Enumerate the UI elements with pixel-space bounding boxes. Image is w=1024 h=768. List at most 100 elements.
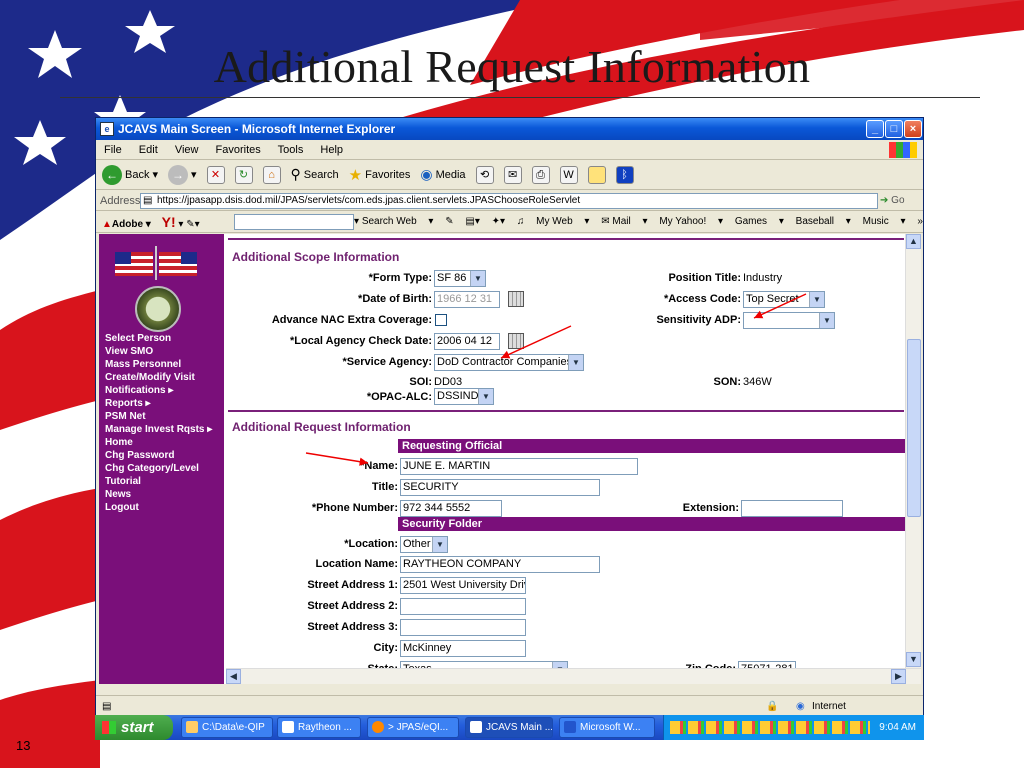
menu-bar: File Edit View Favorites Tools Help bbox=[96, 140, 923, 160]
yahoo-games[interactable]: Games ▾ bbox=[735, 216, 784, 227]
menu-edit[interactable]: Edit bbox=[139, 144, 158, 156]
edit-icon[interactable]: W bbox=[559, 165, 578, 184]
menu-help[interactable]: Help bbox=[320, 144, 343, 156]
close-button[interactable]: × bbox=[904, 120, 922, 138]
vertical-scrollbar[interactable]: ▲ ▼ bbox=[905, 234, 921, 668]
stop-icon[interactable]: ✕ bbox=[206, 165, 225, 184]
nav-notifications[interactable]: Notifications ▸ bbox=[105, 384, 212, 397]
windows-flag-icon bbox=[102, 721, 116, 734]
nav-mass-personnel[interactable]: Mass Personnel bbox=[105, 358, 212, 371]
search-web-button[interactable]: ▾ Search Web ▾ bbox=[354, 216, 433, 227]
menu-tools[interactable]: Tools bbox=[278, 144, 304, 156]
favorites-button[interactable]: ★ Favorites bbox=[349, 166, 411, 184]
scroll-left-icon[interactable]: ◀ bbox=[226, 669, 241, 684]
title-underline bbox=[60, 97, 980, 98]
standard-toolbar: ← Back ▾ → ▾ ✕ ↻ ⌂ ⚲ Search ★ Favorites ◉ Medi… bbox=[96, 160, 923, 190]
music-icon[interactable]: ♫ bbox=[517, 216, 525, 227]
scroll-right-icon[interactable]: ▶ bbox=[891, 669, 906, 684]
taskbar: start C:\Data\e-QIP Raytheon ... > JPAS/… bbox=[95, 715, 924, 740]
yahoo-my-yahoo[interactable]: My Yahoo! ▾ bbox=[659, 216, 723, 227]
print-icon[interactable]: ⎙ bbox=[531, 165, 550, 184]
nav-select-person[interactable]: Select Person bbox=[105, 332, 212, 345]
task-folder[interactable]: C:\Data\e-QIP bbox=[181, 717, 273, 738]
folder-icon bbox=[186, 721, 198, 733]
page-menu-icon[interactable]: ▤▾ bbox=[465, 216, 479, 227]
page-icon: ▤ bbox=[143, 195, 153, 206]
yahoo-logo-icon[interactable]: Y! bbox=[162, 214, 176, 230]
window-title: JCAVS Main Screen - Microsoft Internet E… bbox=[118, 122, 396, 136]
bluetooth-icon[interactable]: ᛒ bbox=[615, 165, 634, 184]
flags-logo-icon bbox=[115, 246, 197, 280]
adobe-button[interactable]: ▲Adobe ▾ bbox=[102, 219, 151, 230]
task-jcavs-main[interactable]: JCAVS Main ... bbox=[465, 717, 553, 738]
ie-icon: e bbox=[100, 122, 114, 136]
refresh-icon[interactable]: ↻ bbox=[234, 165, 253, 184]
address-label: Address bbox=[100, 195, 141, 207]
history-icon[interactable]: ⟲ bbox=[475, 165, 494, 184]
search-button[interactable]: ⚲ Search bbox=[291, 166, 339, 183]
menu-file[interactable]: File bbox=[104, 144, 122, 156]
nav-tutorial[interactable]: Tutorial bbox=[105, 475, 212, 488]
yahoo-links: ▾ Search Web ▾ ✎ ▤▾ ✦▾ ♫ My Web ▾ ✉ Mail… bbox=[354, 211, 923, 233]
ie-icon bbox=[470, 721, 482, 733]
address-bar: Address ▤ https://jpasapp.dsis.dod.mil/J… bbox=[96, 191, 923, 211]
nav-reports[interactable]: Reports ▸ bbox=[105, 397, 212, 410]
dod-seal-icon bbox=[135, 286, 181, 332]
more-chevron-icon[interactable]: » bbox=[917, 216, 923, 227]
scroll-down-icon[interactable]: ▼ bbox=[906, 652, 921, 667]
task-jpas-eqip[interactable]: > JPAS/eQI... bbox=[367, 717, 459, 738]
page-content: Select Person View SMO Mass Personnel Cr… bbox=[99, 234, 921, 684]
system-tray: 9:04 AM bbox=[663, 715, 924, 740]
nav-menu: Select Person View SMO Mass Personnel Cr… bbox=[105, 332, 212, 514]
address-input[interactable]: ▤ https://jpasapp.dsis.dod.mil/JPAS/serv… bbox=[140, 193, 878, 209]
yahoo-baseball[interactable]: Baseball ▾ bbox=[796, 216, 851, 227]
window-titlebar[interactable]: e JCAVS Main Screen - Microsoft Internet… bbox=[96, 118, 923, 140]
nav-logout[interactable]: Logout bbox=[105, 501, 212, 514]
forward-arrow-icon: → bbox=[168, 164, 188, 185]
home-icon[interactable]: ⌂ bbox=[262, 165, 281, 184]
slide-title: Additional Request Information bbox=[213, 41, 811, 92]
minimize-button[interactable]: _ bbox=[866, 120, 884, 138]
media-button[interactable]: ◉ Media bbox=[420, 166, 465, 183]
go-arrow-icon: ➔ bbox=[880, 195, 889, 206]
nav-psm-net[interactable]: PSM Net bbox=[105, 410, 212, 423]
scroll-up-icon[interactable]: ▲ bbox=[906, 234, 921, 249]
nav-home[interactable]: Home bbox=[105, 436, 212, 449]
task-raytheon[interactable]: Raytheon ... bbox=[277, 717, 361, 738]
window-icon bbox=[282, 721, 294, 733]
nav-news[interactable]: News bbox=[105, 488, 212, 501]
horizontal-scrollbar[interactable]: ◀ ▶ bbox=[226, 668, 921, 684]
maximize-button[interactable]: □ bbox=[885, 120, 903, 138]
nav-create-modify-visit[interactable]: Create/Modify Visit bbox=[105, 371, 212, 384]
go-button[interactable]: ➔ Go bbox=[880, 193, 920, 209]
back-arrow-icon: ← bbox=[102, 164, 122, 185]
star-icon: ★ bbox=[348, 166, 363, 184]
yahoo-search-input[interactable] bbox=[234, 214, 354, 230]
yahoo-music[interactable]: Music ▾ bbox=[863, 216, 906, 227]
bookmark-icon[interactable]: ✦▾ bbox=[492, 216, 505, 227]
clock: 9:04 AM bbox=[879, 722, 916, 733]
scroll-thumb[interactable] bbox=[907, 339, 921, 517]
yahoo-my-web[interactable]: My Web ▾ bbox=[536, 216, 589, 227]
menu-favorites[interactable]: Favorites bbox=[216, 144, 261, 156]
nav-chg-category-level[interactable]: Chg Category/Level bbox=[105, 462, 212, 475]
jpas-side-nav: Select Person View SMO Mass Personnel Cr… bbox=[99, 234, 224, 684]
slide-number: 13 bbox=[16, 738, 31, 753]
tray-icons[interactable] bbox=[670, 721, 870, 734]
adobe-icon: ▲ bbox=[102, 219, 112, 230]
nav-chg-password[interactable]: Chg Password bbox=[105, 449, 212, 462]
mail-icon[interactable]: ✉ bbox=[503, 165, 522, 184]
messenger-icon[interactable] bbox=[587, 165, 606, 184]
task-microsoft-word[interactable]: Microsoft W... bbox=[559, 717, 655, 738]
menu-view[interactable]: View bbox=[175, 144, 199, 156]
nav-manage-invest-rqsts[interactable]: Manage Invest Rqsts ▸ bbox=[105, 423, 212, 436]
pencil-icon[interactable]: ✎ bbox=[445, 216, 453, 227]
firefox-icon bbox=[372, 721, 384, 733]
annotation-arrows bbox=[305, 293, 807, 466]
forward-button[interactable]: → ▾ bbox=[168, 164, 197, 185]
status-bar: ▤ 🔒 ◉ Internet bbox=[96, 695, 923, 717]
nav-view-smo[interactable]: View SMO bbox=[105, 345, 212, 358]
back-button[interactable]: ← Back ▾ bbox=[102, 164, 158, 185]
yahoo-mail[interactable]: ✉ Mail ▾ bbox=[601, 216, 647, 227]
start-button[interactable]: start bbox=[95, 715, 173, 740]
